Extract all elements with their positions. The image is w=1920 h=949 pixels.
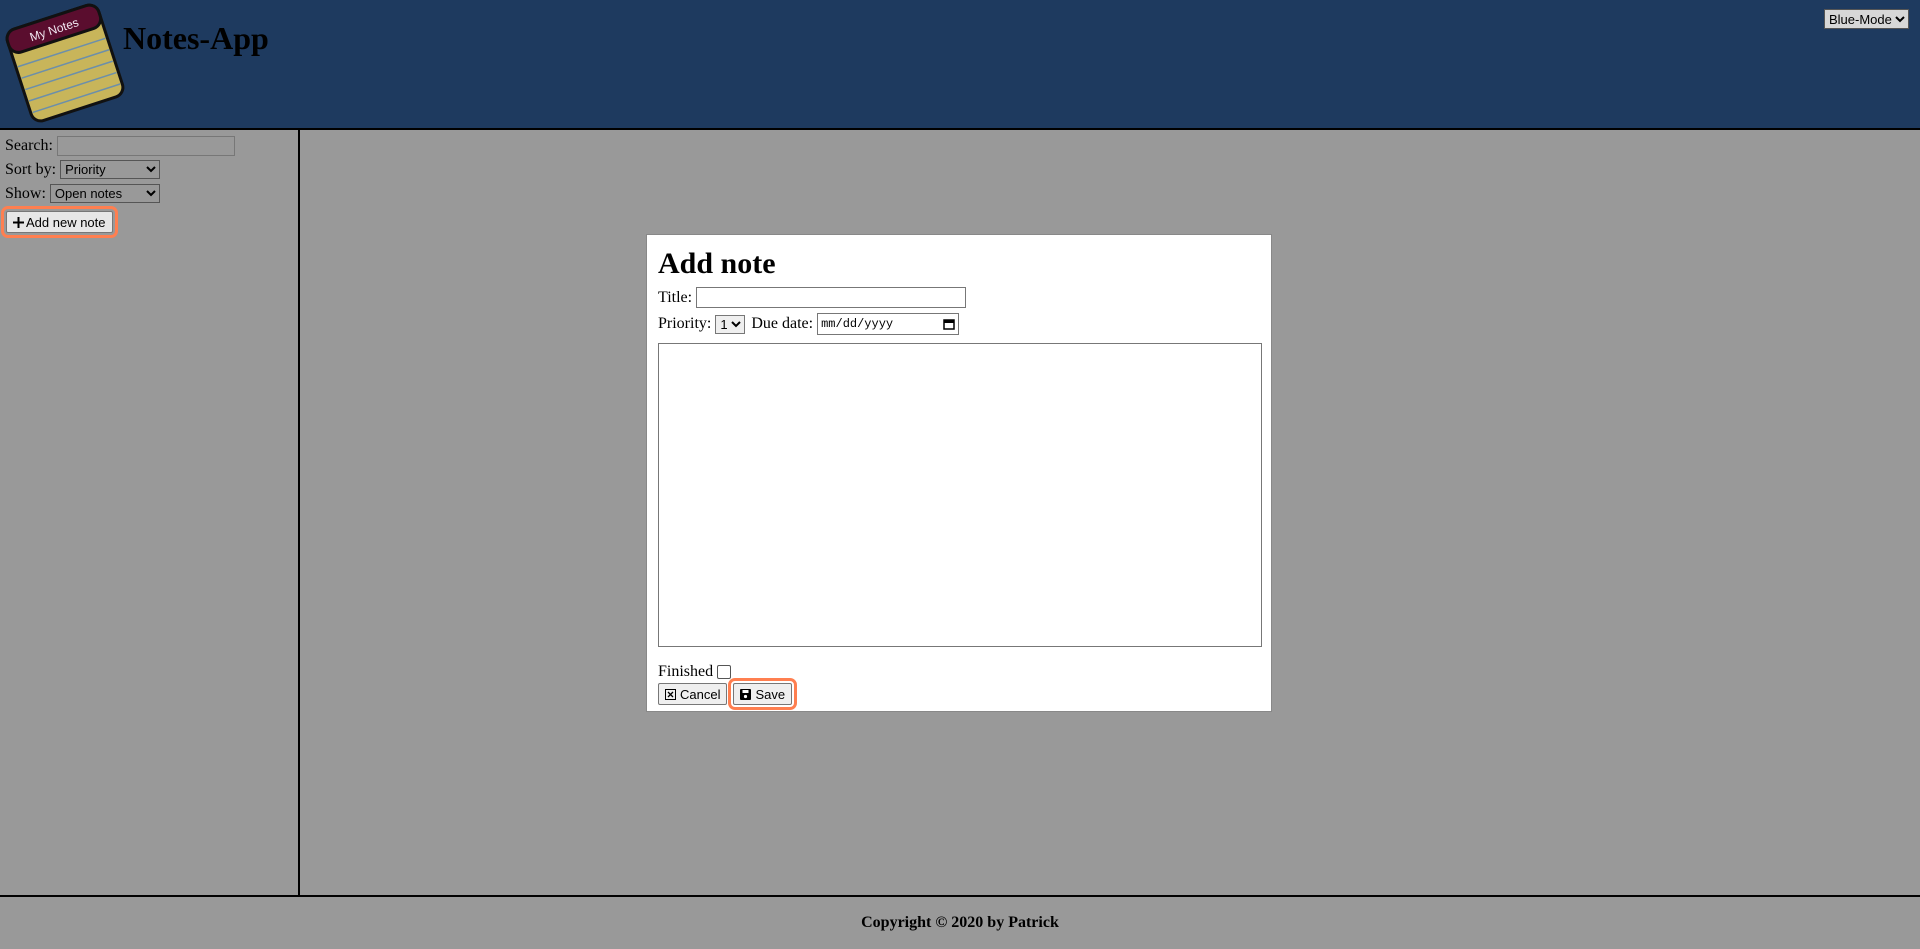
dialog-heading: Add note xyxy=(658,247,776,280)
priority-select[interactable]: 1 xyxy=(715,314,746,334)
dialog-actions: Cancel Save xyxy=(658,678,798,710)
save-button[interactable]: Save xyxy=(728,678,798,710)
show-row: Show: Open notes xyxy=(5,184,160,203)
finished-checkbox[interactable] xyxy=(717,665,732,679)
due-date-placeholder: mm/dd/yyyy xyxy=(821,317,894,331)
sort-select[interactable]: Priority xyxy=(60,160,161,179)
copyright-text: Copyright © 2020 by Patrick xyxy=(861,914,1059,931)
close-icon xyxy=(665,688,676,700)
show-select[interactable]: Open notes xyxy=(49,184,160,203)
cancel-button[interactable]: Cancel xyxy=(658,683,728,705)
search-label: Search: xyxy=(5,137,53,154)
search-input[interactable] xyxy=(56,136,235,156)
due-date-input[interactable]: mm/dd/yyyy xyxy=(817,313,960,335)
sort-row: Sort by: Priority xyxy=(5,160,161,179)
note-content-textarea[interactable] xyxy=(658,343,1262,647)
sort-label: Sort by: xyxy=(5,160,57,178)
theme-select[interactable]: Blue-Mode xyxy=(1824,9,1909,29)
show-label: Show: xyxy=(5,184,46,202)
add-note-dialog: Add note Title: Priority: 1 Due date: mm… xyxy=(646,234,1272,712)
notes-logo-icon: My Notes xyxy=(5,3,125,123)
save-label: Save xyxy=(755,686,786,702)
due-date-label: Due date: xyxy=(751,315,814,332)
sidebar: Search: Sort by: Priority Show: Open not… xyxy=(0,130,300,895)
plus-icon xyxy=(13,216,24,228)
title-input[interactable] xyxy=(696,287,967,308)
add-new-note-button[interactable]: Add new note xyxy=(1,206,118,238)
priority-row: Priority: 1 Due date: mm/dd/yyyy xyxy=(658,313,960,335)
cancel-label: Cancel xyxy=(680,686,721,702)
add-new-note-label: Add new note xyxy=(26,214,106,230)
finished-label: Finished xyxy=(658,663,714,680)
header: My Notes Notes-App Blue-Mode xyxy=(0,0,1920,130)
finished-row: Finished xyxy=(658,663,732,681)
search-row: Search: xyxy=(5,136,235,156)
save-icon xyxy=(740,688,752,700)
priority-label: Priority: xyxy=(658,315,712,332)
footer: Copyright © 2020 by Patrick xyxy=(0,895,1920,949)
title-row: Title: xyxy=(658,287,967,308)
title-label: Title: xyxy=(658,288,693,306)
calendar-icon[interactable] xyxy=(943,318,955,330)
app-title: Notes-App xyxy=(123,20,269,56)
